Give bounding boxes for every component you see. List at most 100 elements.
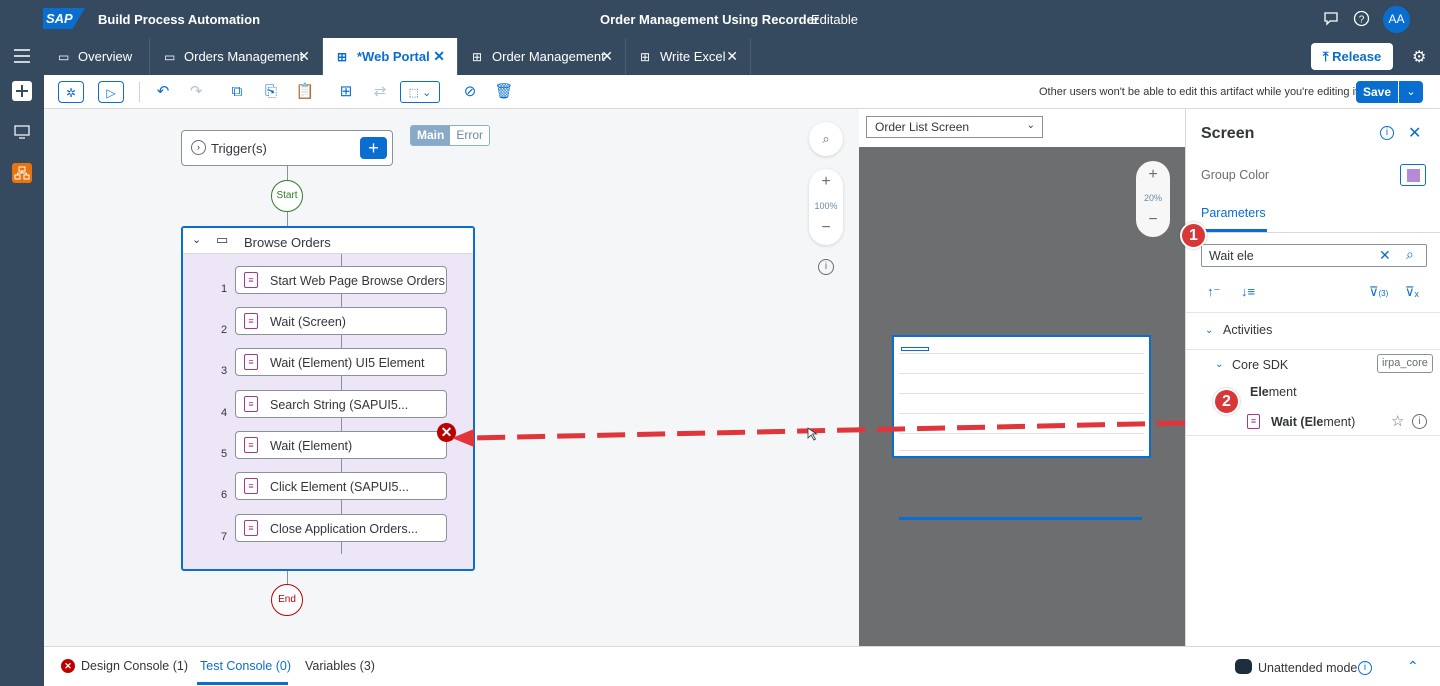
- tree-core-sdk[interactable]: Core SDK: [1232, 358, 1288, 372]
- activity-search-input[interactable]: Wait ele ✕ ⌕: [1201, 244, 1427, 267]
- debug-icon[interactable]: ✲: [58, 81, 84, 103]
- add-trigger-button[interactable]: +: [360, 137, 387, 159]
- activity-number: 3: [221, 365, 228, 377]
- search-icon[interactable]: ⌕: [1406, 246, 1414, 263]
- redo-icon[interactable]: ↷: [186, 81, 206, 103]
- svg-text:?: ?: [1358, 15, 1364, 26]
- activity-label: Wait (Element) UI5 Element: [270, 356, 425, 370]
- gear-icon[interactable]: ⚙: [1412, 47, 1426, 67]
- clear-icon[interactable]: ✕: [1379, 247, 1391, 264]
- help-icon[interactable]: ?: [1352, 10, 1370, 28]
- chevron-down-icon[interactable]: ⌄: [1215, 359, 1223, 370]
- add-icon[interactable]: [12, 81, 32, 101]
- zoom-level[interactable]: 100%: [809, 193, 843, 219]
- end-node[interactable]: End: [271, 584, 303, 616]
- tree-element-label: ment: [1268, 385, 1297, 399]
- screen-icon: ▭: [164, 50, 176, 64]
- group-header[interactable]: ⌄ ▭ Browse Orders: [183, 228, 473, 254]
- chevron-down-icon[interactable]: ⌄: [1205, 325, 1213, 336]
- zoom-out-icon[interactable]: −: [1136, 211, 1170, 235]
- cut-icon[interactable]: ⎘: [261, 81, 281, 103]
- zoom-in-icon[interactable]: +: [1136, 161, 1170, 185]
- tree-wait-element[interactable]: Wait (Element): [1271, 415, 1355, 429]
- paste-icon[interactable]: 📋: [295, 81, 315, 103]
- avatar[interactable]: AA: [1383, 6, 1410, 33]
- save-button[interactable]: Save: [1356, 81, 1398, 103]
- package-badge: irpa_core: [1377, 354, 1433, 373]
- group-color-picker[interactable]: [1400, 164, 1426, 186]
- close-icon[interactable]: ✕: [298, 38, 310, 75]
- feedback-icon[interactable]: [1322, 10, 1340, 28]
- monitor-icon[interactable]: [11, 123, 33, 145]
- info-icon[interactable]: i: [1380, 126, 1394, 140]
- activity-4[interactable]: ≡ Search String (SAPUI5...: [235, 390, 447, 418]
- activity-6[interactable]: ≡ Click Element (SAPUI5...: [235, 472, 447, 500]
- connect-icon[interactable]: ⇄: [370, 81, 390, 103]
- activity-2[interactable]: ≡ Wait (Screen): [235, 307, 447, 335]
- delete-icon[interactable]: 🗑: [494, 81, 514, 103]
- add-group-icon[interactable]: ⊞: [336, 81, 356, 103]
- activity-1[interactable]: ≡ Start Web Page Browse Orders: [235, 266, 447, 294]
- chevron-up-icon[interactable]: ⌃: [1407, 658, 1419, 675]
- tree-activities[interactable]: Activities: [1223, 323, 1272, 337]
- panel-title: Screen: [1201, 125, 1255, 142]
- activity-5[interactable]: ≡ Wait (Element): [235, 431, 447, 459]
- screen-thumbnail[interactable]: [892, 335, 1151, 458]
- tree-element[interactable]: Element: [1250, 385, 1297, 399]
- hide-icon[interactable]: ⊘: [460, 81, 480, 103]
- tab-design-console[interactable]: Design Console (1): [81, 659, 188, 673]
- selection-mode-select[interactable]: ⬚ ⌄: [400, 81, 440, 103]
- tab-web-portal[interactable]: ⊞ *Web Portal ✕: [323, 38, 458, 75]
- tab-variables[interactable]: Variables (3): [305, 659, 375, 673]
- unattended-mode-label: Unattended mode: [1258, 661, 1358, 675]
- menu-icon[interactable]: [11, 47, 33, 69]
- run-icon[interactable]: ▷: [98, 81, 124, 103]
- info-icon[interactable]: i: [1358, 661, 1372, 675]
- start-node[interactable]: Start: [271, 180, 303, 212]
- undo-icon[interactable]: ↶: [153, 81, 173, 103]
- workflow-canvas[interactable]: › Trigger(s) + Main Error Start ⌄ ▭ Brows…: [44, 109, 859, 646]
- error-icon[interactable]: ✕: [437, 423, 456, 442]
- zoom-out-icon[interactable]: −: [809, 219, 843, 243]
- screen-select[interactable]: Order List Screen ⌄: [866, 116, 1043, 138]
- project-explorer-icon[interactable]: [12, 163, 32, 183]
- star-icon[interactable]: ☆: [1391, 412, 1404, 430]
- screen-selector-bar: Order List Screen ⌄: [859, 109, 1185, 147]
- tab-write-excel[interactable]: ⊞ Write Excel ✕: [626, 38, 751, 75]
- app-title: Build Process Automation: [98, 12, 261, 27]
- filter-icon[interactable]: ⊽(3): [1369, 284, 1388, 300]
- zoom-in-icon[interactable]: +: [809, 169, 843, 193]
- clear-filter-icon[interactable]: ⊽ₓ: [1405, 284, 1419, 300]
- release-button[interactable]: ⤒ Release: [1311, 43, 1393, 70]
- chevron-right-icon[interactable]: ›: [191, 140, 206, 155]
- tab-parameters[interactable]: Parameters: [1201, 206, 1266, 220]
- browse-orders-group[interactable]: ⌄ ▭ Browse Orders ≡ Start Web Page Browse…: [181, 226, 475, 571]
- close-icon[interactable]: ✕: [601, 38, 613, 75]
- flow-toggle[interactable]: Main Error: [410, 125, 491, 146]
- tab-main[interactable]: Main: [411, 126, 451, 145]
- artifact-tabs: ▭ Overview ▭ Orders Management ✕ ⊞ *Web Por…: [44, 38, 1440, 75]
- info-icon[interactable]: i: [818, 259, 834, 275]
- tab-test-console[interactable]: Test Console (0): [200, 659, 291, 673]
- copy-icon[interactable]: ⧉: [227, 81, 247, 103]
- search-value[interactable]: Wait ele: [1209, 249, 1254, 263]
- search-icon[interactable]: ⌕: [809, 122, 843, 156]
- sap-logo[interactable]: SAP: [43, 8, 85, 29]
- trigger-node[interactable]: › Trigger(s) +: [181, 130, 393, 166]
- tab-orders-management[interactable]: ▭ Orders Management ✕: [150, 38, 323, 75]
- match-highlight: Ele: [1250, 385, 1269, 399]
- tab-error[interactable]: Error: [450, 126, 490, 145]
- info-icon[interactable]: i: [1412, 414, 1427, 429]
- tab-overview[interactable]: ▭ Overview: [44, 38, 150, 75]
- save-dropdown-icon[interactable]: ⌄: [1399, 81, 1423, 103]
- activity-3[interactable]: ≡ Wait (Element) UI5 Element: [235, 348, 447, 376]
- close-icon[interactable]: ✕: [1408, 123, 1421, 143]
- activity-7[interactable]: ≡ Close Application Orders...: [235, 514, 447, 542]
- zoom-level[interactable]: 20%: [1136, 185, 1170, 211]
- sort-descending-icon[interactable]: ↓≡: [1241, 284, 1255, 299]
- chevron-down-icon[interactable]: ⌄: [192, 233, 201, 246]
- close-icon[interactable]: ✕: [726, 38, 738, 75]
- sort-ascending-icon[interactable]: ↑⁻: [1207, 284, 1220, 300]
- tab-order-management[interactable]: ⊞ Order Management ✕: [458, 38, 626, 75]
- close-icon[interactable]: ✕: [433, 38, 445, 75]
